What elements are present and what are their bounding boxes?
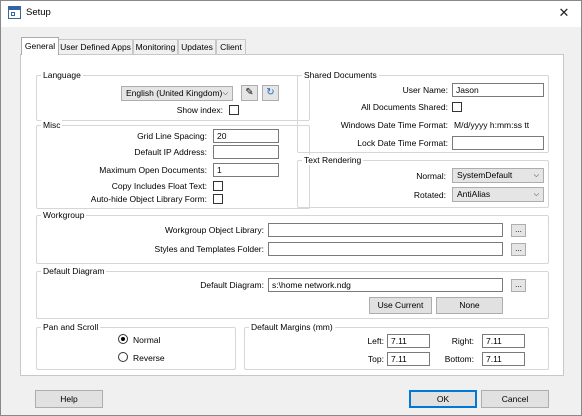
normal-rendering-value: SystemDefault <box>457 170 513 180</box>
default-diagram-input[interactable]: s:\home network.ndg <box>268 278 503 292</box>
language-group-label: Language <box>41 70 83 80</box>
margin-right-input[interactable]: 7.11 <box>482 334 525 348</box>
default-diagram-browse-button[interactable]: ... <box>511 279 526 292</box>
max-open-docs-label: Maximum Open Documents: <box>99 165 207 175</box>
tab-general[interactable]: General <box>21 37 59 55</box>
workgroup-group: Workgroup Workgroup Object Library: ... … <box>36 210 549 264</box>
refresh-icon: ↻ <box>266 87 275 98</box>
margin-left-label: Left: <box>367 336 384 346</box>
win-date-format-label: Windows Date Time Format: <box>340 120 448 130</box>
language-select-value: English (United Kingdom) <box>126 88 223 98</box>
default-ip-label: Default IP Address: <box>134 147 207 157</box>
margins-group-label: Default Margins (mm) <box>249 322 335 332</box>
tab-user-defined-apps[interactable]: User Defined Apps <box>58 39 133 54</box>
margin-bottom-input[interactable]: 7.11 <box>482 352 525 366</box>
lock-date-format-input[interactable] <box>452 136 544 150</box>
styles-folder-label: Styles and Templates Folder: <box>154 244 264 254</box>
copy-float-text-checkbox[interactable] <box>213 181 223 191</box>
window-title: Setup <box>26 7 51 18</box>
help-button[interactable]: Help <box>35 390 103 408</box>
pan-normal-radio[interactable] <box>118 334 128 344</box>
shared-documents-group-label: Shared Documents <box>302 70 379 80</box>
pan-scroll-group-label: Pan and Scroll <box>41 322 101 332</box>
object-library-input[interactable] <box>268 223 503 237</box>
object-library-label: Workgroup Object Library: <box>164 225 264 235</box>
grid-line-spacing-input[interactable]: 20 <box>213 129 279 143</box>
rotated-rendering-label: Rotated: <box>413 190 446 200</box>
rotated-rendering-value: AntiAlias <box>457 189 491 199</box>
title-bar: Setup ✕ <box>1 1 581 27</box>
pencil-icon: ✎ <box>245 87 254 98</box>
default-diagram-label: Default Diagram: <box>200 280 264 290</box>
language-group: Language English (United Kingdom) ⌵ ✎ ↻ … <box>36 70 310 121</box>
chevron-down-icon: ⌵ <box>533 172 539 179</box>
misc-group-label: Misc <box>41 120 63 130</box>
none-button[interactable]: None <box>436 297 503 314</box>
app-icon <box>8 6 21 19</box>
pan-scroll-group: Pan and Scroll Normal Reverse <box>36 322 236 370</box>
edit-language-button[interactable]: ✎ <box>241 85 258 101</box>
refresh-language-button[interactable]: ↻ <box>262 85 279 101</box>
margin-left-input[interactable]: 7.11 <box>387 334 430 348</box>
text-rendering-group: Text Rendering Normal: SystemDefault ⌵ R… <box>297 155 549 208</box>
styles-folder-input[interactable] <box>268 242 503 256</box>
user-name-label: User Name: <box>402 85 448 95</box>
show-index-checkbox[interactable] <box>229 105 239 115</box>
all-shared-label: All Documents Shared: <box>361 102 448 112</box>
normal-rendering-select[interactable]: SystemDefault ⌵ <box>452 168 544 183</box>
misc-group: Misc Grid Line Spacing: 20 Default IP Ad… <box>36 120 310 209</box>
user-name-input[interactable]: Jason <box>452 83 544 97</box>
tab-monitoring[interactable]: Monitoring <box>133 39 178 54</box>
normal-rendering-label: Normal: <box>416 171 446 181</box>
styles-folder-browse-button[interactable]: ... <box>511 243 526 256</box>
default-diagram-group-label: Default Diagram <box>41 266 107 276</box>
cancel-button[interactable]: Cancel <box>481 390 549 408</box>
language-select[interactable]: English (United Kingdom) ⌵ <box>121 86 233 101</box>
copy-float-text-label: Copy Includes Float Text: <box>111 181 207 191</box>
rotated-rendering-select[interactable]: AntiAlias ⌵ <box>452 187 544 202</box>
radio-selected-dot <box>121 337 125 341</box>
setup-dialog: Setup ✕ General User Defined Apps Monito… <box>0 0 582 416</box>
shared-documents-group: Shared Documents User Name: Jason All Do… <box>297 70 549 153</box>
auto-hide-checkbox[interactable] <box>213 194 223 204</box>
auto-hide-label: Auto-hide Object Library Form: <box>90 194 207 204</box>
general-panel: Language English (United Kingdom) ⌵ ✎ ↻ … <box>20 54 564 376</box>
win-date-format-value: M/d/yyyy h:mm:ss tt <box>454 120 530 130</box>
tab-client[interactable]: Client <box>216 39 246 54</box>
close-icon[interactable]: ✕ <box>554 4 574 22</box>
workgroup-group-label: Workgroup <box>41 210 87 220</box>
pan-normal-label: Normal <box>133 335 161 345</box>
object-library-browse-button[interactable]: ... <box>511 224 526 237</box>
lock-date-format-label: Lock Date Time Format: <box>357 138 448 148</box>
margin-top-label: Top: <box>367 354 384 364</box>
text-rendering-group-label: Text Rendering <box>302 155 364 165</box>
max-open-docs-input[interactable]: 1 <box>213 163 279 177</box>
grid-line-spacing-label: Grid Line Spacing: <box>137 131 207 141</box>
default-ip-input[interactable] <box>213 145 279 159</box>
use-current-button[interactable]: Use Current <box>369 297 432 314</box>
margins-group: Default Margins (mm) Left: 7.11 Right: 7… <box>244 322 549 370</box>
pan-reverse-label: Reverse <box>133 353 165 363</box>
chevron-down-icon: ⌵ <box>533 191 539 198</box>
margin-bottom-label: Bottom: <box>444 354 474 364</box>
chevron-down-icon: ⌵ <box>222 90 228 97</box>
default-diagram-group: Default Diagram Default Diagram: s:\home… <box>36 266 549 319</box>
all-shared-checkbox[interactable] <box>452 102 462 112</box>
ok-button[interactable]: OK <box>409 390 477 408</box>
show-index-label: Show index: <box>176 105 223 115</box>
margin-top-input[interactable]: 7.11 <box>387 352 430 366</box>
pan-reverse-radio[interactable] <box>118 352 128 362</box>
tab-updates[interactable]: Updates <box>178 39 216 54</box>
margin-right-label: Right: <box>451 336 474 346</box>
